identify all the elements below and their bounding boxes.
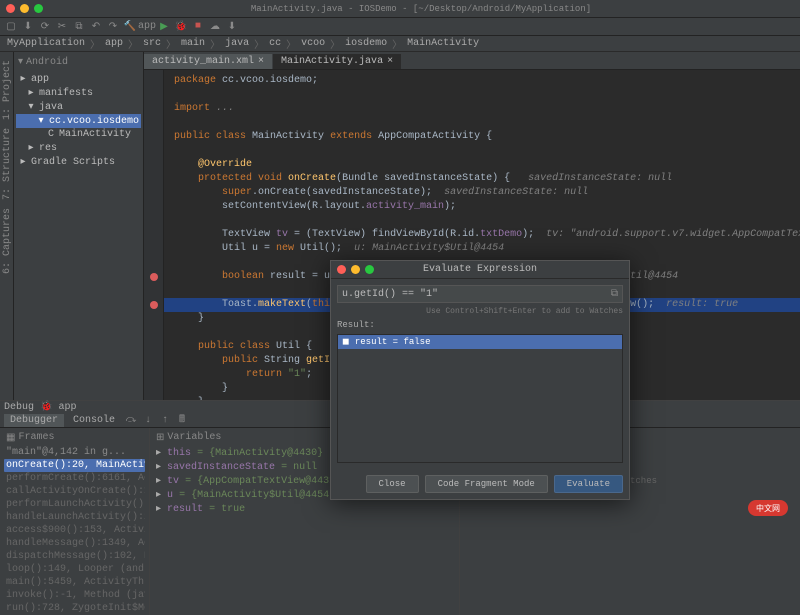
tree-item[interactable]: ▸app xyxy=(16,72,141,86)
code-line[interactable]: import ... xyxy=(174,102,800,116)
project-tree[interactable]: ▸app▸manifests▾java▾cc.vcoo.iosdemoCMain… xyxy=(16,72,141,169)
project-header[interactable]: ▾Android xyxy=(16,54,141,70)
tree-item[interactable]: ▸res xyxy=(16,141,141,155)
frame-row[interactable]: main():5459, ActivityThread (android.ap xyxy=(4,576,145,589)
breadcrumb: MyApplication〉app〉src〉main〉java〉cc〉vcoo〉… xyxy=(0,36,800,52)
crumb[interactable]: MyApplication xyxy=(4,37,88,50)
close-icon: × xyxy=(258,56,264,67)
code-line[interactable]: @Override xyxy=(174,158,800,172)
dialog-hint: Use Control+Shift+Enter to add to Watche… xyxy=(337,307,623,316)
frame-row[interactable]: performLaunchActivity():2385, ActivityTh xyxy=(4,498,145,511)
crumb[interactable]: MainActivity xyxy=(404,37,482,50)
frame-row[interactable]: onCreate():20, MainActivity (cc.vcoo.ios… xyxy=(4,459,145,472)
crumb[interactable]: java xyxy=(222,37,252,50)
captures-tab: 6: Captures xyxy=(0,208,13,274)
run-config[interactable]: app xyxy=(140,20,154,34)
code-line[interactable]: protected void onCreate(Bundle savedInst… xyxy=(174,172,800,186)
redo-icon[interactable]: ↷ xyxy=(106,20,120,34)
frame-row[interactable]: loop():149, Looper (android.os) xyxy=(4,563,145,576)
left-toolwindow-bar[interactable]: 1: Project 7: Structure 6: Captures xyxy=(0,52,14,400)
open-icon[interactable]: ▢ xyxy=(4,20,18,34)
breakpoint-icon[interactable] xyxy=(150,273,158,281)
dialog-titlebar[interactable]: Evaluate Expression xyxy=(331,261,629,279)
crumb[interactable]: app xyxy=(102,37,126,50)
frame-row[interactable]: callActivityOnCreate():1154, Instrument xyxy=(4,485,145,498)
result-label: Result: xyxy=(337,320,623,330)
run-icon[interactable]: ▶ xyxy=(157,20,171,34)
code-line[interactable]: package cc.vcoo.iosdemo; xyxy=(174,74,800,88)
result-panel[interactable]: ◼ result = false xyxy=(337,334,623,463)
crumb[interactable]: main xyxy=(178,37,208,50)
step-out-icon[interactable]: ↑ xyxy=(158,413,172,427)
tree-item[interactable]: ▸Gradle Scripts xyxy=(16,155,141,169)
breakpoint-icon[interactable] xyxy=(150,301,158,309)
fragment-mode-button[interactable]: Code Fragment Mode xyxy=(425,475,548,493)
frame-row[interactable]: handleMessage():1349, ActivityThreadS xyxy=(4,537,145,550)
code-line[interactable] xyxy=(174,144,800,158)
code-line[interactable]: Util u = new Util(); u: MainActivity$Uti… xyxy=(174,242,800,256)
frame-row[interactable]: invoke():-1, Method (java.lang.reflect) xyxy=(4,589,145,602)
variable-row[interactable]: ▸ result = true xyxy=(154,502,455,516)
code-line[interactable]: public class MainActivity extends AppCom… xyxy=(174,130,800,144)
frames-header: ▦Frames xyxy=(4,430,145,446)
code-line[interactable] xyxy=(174,214,800,228)
frames-panel[interactable]: ▦Frames "main"@4,142 in g...onCreate():2… xyxy=(0,428,150,615)
history-icon: ⧉ xyxy=(611,288,618,300)
copy-icon[interactable]: ⧉ xyxy=(72,20,86,34)
frame-row[interactable]: performCreate():6161, Activity (android xyxy=(4,472,145,485)
crumb[interactable]: cc xyxy=(266,37,284,50)
console-tab[interactable]: Console xyxy=(67,414,121,427)
tree-item[interactable]: ▸manifests xyxy=(16,86,141,100)
code-line[interactable] xyxy=(174,88,800,102)
close-icon: × xyxy=(387,56,393,67)
step-into-icon[interactable]: ↓ xyxy=(141,413,155,427)
code-line[interactable]: setContentView(R.layout.activity_main); xyxy=(174,200,800,214)
frame-row[interactable]: run():728, ZygoteInit$MethodAndArgsCall xyxy=(4,602,145,615)
cut-icon[interactable]: ✂ xyxy=(55,20,69,34)
main-toolbar: ▢ ⬇ ⟳ ✂ ⧉ ↶ ↷ 🔨 app ▶ 🐞 ■ ☁ ⬇ xyxy=(0,18,800,36)
code-line[interactable]: super.onCreate(savedInstanceState); save… xyxy=(174,186,800,200)
tree-item[interactable]: ▾java xyxy=(16,100,141,114)
close-button[interactable]: Close xyxy=(366,475,419,493)
project-panel: ▾Android ▸app▸manifests▾java▾cc.vcoo.ios… xyxy=(14,52,144,400)
dialog-traffic-lights xyxy=(337,265,374,274)
code-line[interactable]: TextView tv = (TextView) findViewById(R.… xyxy=(174,228,800,242)
gutter[interactable] xyxy=(144,70,164,400)
editor-tab[interactable]: activity_main.xml× xyxy=(144,54,272,69)
tree-item[interactable]: ▾cc.vcoo.iosdemo xyxy=(16,114,141,128)
step-over-icon[interactable]: ⤼ xyxy=(124,413,138,427)
undo-icon[interactable]: ↶ xyxy=(89,20,103,34)
frame-row[interactable]: dispatchMessage():102, Handler (android xyxy=(4,550,145,563)
calculator-icon[interactable]: 🖩 xyxy=(175,413,189,427)
evaluate-expression-dialog: Evaluate Expression u.getId() == "1"⧉ Us… xyxy=(330,260,630,500)
frame-row[interactable]: handleLaunchActivity():2492, ActivityThr xyxy=(4,511,145,524)
editor-tabs[interactable]: activity_main.xml×MainActivity.java× xyxy=(144,52,800,70)
tree-item[interactable]: CMainActivity xyxy=(16,128,141,141)
crumb[interactable]: iosdemo xyxy=(342,37,390,50)
structure-tab: 7: Structure xyxy=(0,128,13,200)
crumb[interactable]: vcoo xyxy=(298,37,328,50)
debug-icon[interactable]: 🐞 xyxy=(174,20,188,34)
window-titlebar: MainActivity.java - IOSDemo - [~/Desktop… xyxy=(0,0,800,18)
watermark-badge: 中文网 xyxy=(748,500,788,516)
traffic-lights[interactable] xyxy=(6,4,43,13)
sdk-icon[interactable]: ⬇ xyxy=(225,20,239,34)
window-title: MainActivity.java - IOSDemo - [~/Desktop… xyxy=(48,4,794,14)
stop-icon[interactable]: ■ xyxy=(191,20,205,34)
frame-row[interactable]: "main"@4,142 in g... xyxy=(4,446,145,459)
expression-input[interactable]: u.getId() == "1"⧉ xyxy=(337,285,623,303)
editor-tab[interactable]: MainActivity.java× xyxy=(273,54,401,69)
debugger-tab[interactable]: Debugger xyxy=(4,414,64,427)
project-tab: 1: Project xyxy=(0,60,13,120)
crumb[interactable]: src xyxy=(140,37,164,50)
avd-icon[interactable]: ☁ xyxy=(208,20,222,34)
result-row[interactable]: ◼ result = false xyxy=(338,335,622,349)
code-line[interactable] xyxy=(174,116,800,130)
frame-row[interactable]: access$900():153, ActivityThread (andro xyxy=(4,524,145,537)
evaluate-button[interactable]: Evaluate xyxy=(554,475,623,493)
sync-icon[interactable]: ⟳ xyxy=(38,20,52,34)
hammer-icon[interactable]: 🔨 xyxy=(123,20,137,34)
save-icon[interactable]: ⬇ xyxy=(21,20,35,34)
